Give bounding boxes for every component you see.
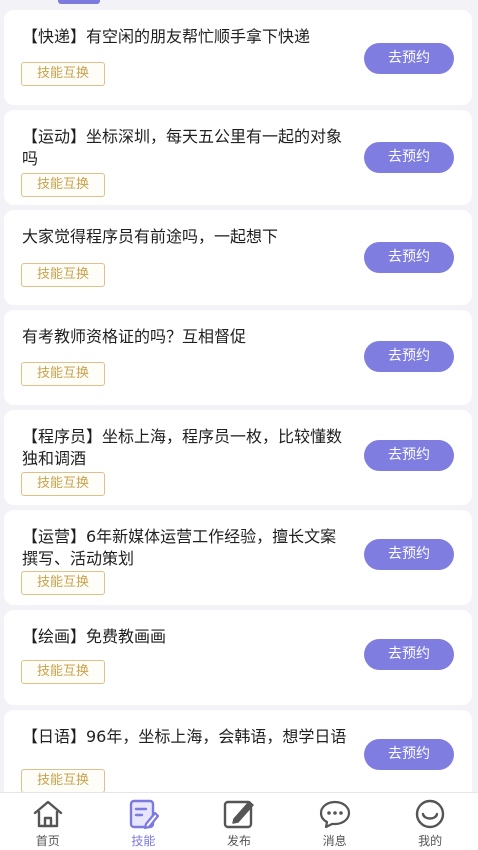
skill-exchange-tag: 技能互换 (21, 660, 105, 684)
card-title: 大家觉得程序员有前途吗，一起想下 (22, 227, 279, 246)
skill-exchange-tag: 技能互换 (21, 362, 105, 386)
skill-exchange-tag: 技能互换 (21, 769, 105, 792)
skill-card[interactable]: 【程序员】坐标上海，程序员一枚，比较懂数独和调酒 技能互换 去预约 (4, 410, 472, 505)
card-title: 【快递】有空闲的朋友帮忙顺手拿下快递 (22, 27, 311, 46)
skill-list: 【快递】有空闲的朋友帮忙顺手拿下快递 技能互换 去预约 【运动】坐标深圳，每天五… (0, 0, 478, 792)
tab-skill-label: 技能 (131, 834, 156, 848)
card-title: 【日语】96年，坐标上海，会韩语，想学日语 (22, 727, 347, 746)
book-button[interactable]: 去预约 (364, 142, 454, 173)
skill-exchange-tag: 技能互换 (21, 173, 105, 197)
bottom-tab-bar: 首页 技能 发布 消息 我的 (0, 792, 478, 850)
book-button[interactable]: 去预约 (364, 639, 454, 670)
skill-card[interactable]: 有考教师资格证的吗？互相督促 技能互换 去预约 (4, 310, 472, 405)
skill-card[interactable]: 【快递】有空闲的朋友帮忙顺手拿下快递 技能互换 去预约 (4, 10, 472, 105)
card-title: 【运营】6年新媒体运营工作经验，擅长文案撰写、活动策划 (22, 527, 337, 568)
skill-edit-icon (130, 799, 160, 829)
tab-home-label: 首页 (35, 834, 60, 848)
skill-exchange-tag: 技能互换 (21, 472, 105, 496)
tab-publish[interactable]: 发布 (191, 793, 287, 850)
book-button[interactable]: 去预约 (364, 242, 454, 273)
tab-indicator (58, 0, 100, 4)
card-title: 【程序员】坐标上海，程序员一枚，比较懂数独和调酒 (22, 427, 343, 468)
tab-publish-label: 发布 (226, 834, 251, 848)
book-button[interactable]: 去预约 (364, 539, 454, 570)
book-button[interactable]: 去预约 (364, 739, 454, 770)
tab-skill[interactable]: 技能 (96, 793, 192, 850)
skill-exchange-tag: 技能互换 (21, 571, 105, 595)
card-title: 【运动】坐标深圳，每天五公里有一起的对象吗 (22, 127, 343, 168)
profile-icon (415, 799, 445, 829)
book-button[interactable]: 去预约 (364, 341, 454, 372)
tab-message[interactable]: 消息 (287, 793, 383, 850)
skill-card[interactable]: 【运营】6年新媒体运营工作经验，擅长文案撰写、活动策划 技能互换 去预约 (4, 510, 472, 605)
publish-icon (223, 800, 254, 829)
skill-card[interactable]: 【日语】96年，坐标上海，会韩语，想学日语 技能互换 去预约 (4, 710, 472, 792)
tab-profile[interactable]: 我的 (382, 793, 478, 850)
top-strip (0, 0, 478, 8)
tab-message-label: 消息 (322, 834, 347, 848)
skill-card[interactable]: 大家觉得程序员有前途吗，一起想下 技能互换 去预约 (4, 210, 472, 305)
book-button[interactable]: 去预约 (364, 440, 454, 471)
skill-exchange-tag: 技能互换 (21, 263, 105, 287)
tab-home[interactable]: 首页 (0, 793, 96, 850)
card-title: 有考教师资格证的吗？互相督促 (22, 327, 247, 346)
skill-card[interactable]: 【运动】坐标深圳，每天五公里有一起的对象吗 技能互换 去预约 (4, 110, 472, 205)
card-title: 【绘画】免费教画画 (22, 627, 167, 646)
book-button[interactable]: 去预约 (364, 43, 454, 74)
home-icon (33, 800, 62, 828)
skill-card[interactable]: 【绘画】免费教画画 技能互换 去预约 (4, 610, 472, 705)
message-icon (319, 800, 350, 829)
skill-exchange-tag: 技能互换 (21, 62, 105, 86)
tab-profile-label: 我的 (418, 834, 443, 848)
